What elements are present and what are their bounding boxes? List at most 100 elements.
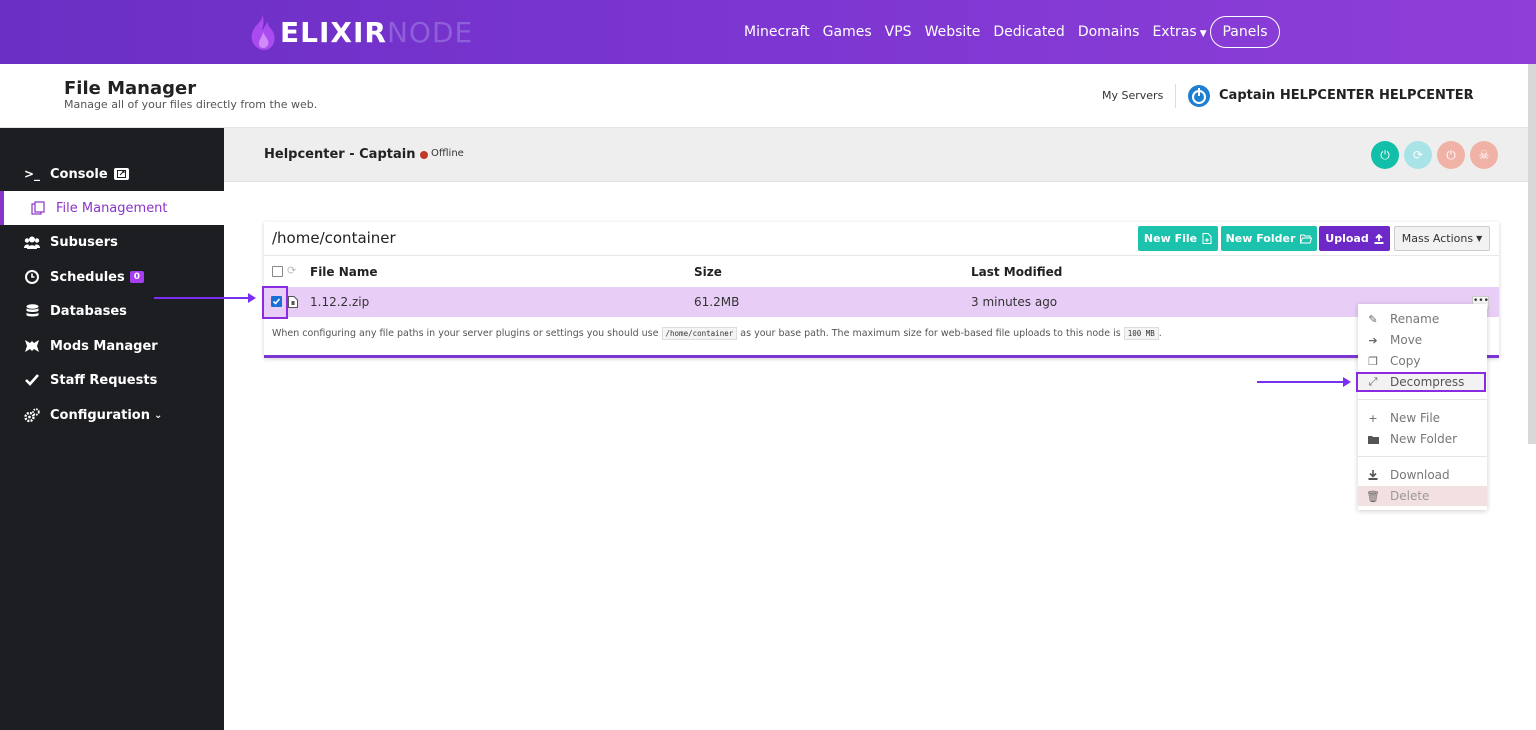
new-file-button-label: New File (1143, 232, 1198, 245)
copy-icon: ❐ (1368, 354, 1378, 368)
sidebar-item-label: File Management (56, 200, 168, 216)
menu-item-new-folder[interactable]: New Folder (1358, 429, 1487, 449)
restart-button[interactable]: ⟳ (1404, 141, 1432, 169)
current-path: /home/container (272, 229, 396, 247)
download-icon (1366, 470, 1380, 480)
menu-item-move[interactable]: ➔ Move (1358, 330, 1487, 350)
check-icon (24, 372, 40, 388)
refresh-icon[interactable]: ⟳ (287, 264, 296, 277)
flame-icon (251, 14, 275, 50)
sidebar-item-file-management[interactable]: File Management (0, 191, 224, 225)
folder-open-icon (1300, 234, 1313, 243)
column-header-modified[interactable]: Last Modified (971, 265, 1062, 279)
sidebar-item-mods-manager[interactable]: Mods Manager (0, 329, 224, 363)
brand-word-elixir: ELIXIR (280, 15, 387, 49)
refresh-icon: ⟳ (1412, 148, 1424, 162)
mass-actions-dropdown[interactable]: Mass Actions ▼ (1394, 226, 1490, 251)
nav-games[interactable]: Games (823, 24, 872, 40)
nav-vps[interactable]: VPS (885, 24, 912, 40)
clock-icon (24, 269, 40, 285)
menu-item-label: Decompress (1390, 375, 1465, 389)
sidebar-item-schedules[interactable]: Schedules 0 (0, 260, 224, 294)
top-navbar: ELIXIR NODE Minecraft Games VPS Website D… (0, 0, 1536, 64)
select-all-checkbox[interactable] (272, 266, 283, 277)
schedules-count-badge: 0 (129, 271, 144, 283)
sidebar-item-label: Subusers (50, 234, 118, 250)
expand-icon: ⤢ (1368, 375, 1378, 388)
sidebar-item-label: Databases (50, 303, 127, 319)
checkmark-icon (272, 298, 281, 305)
nav-extras[interactable]: Extras ▼ (1152, 24, 1206, 40)
nav-website[interactable]: Website (925, 24, 981, 40)
brand-word-node: NODE (386, 15, 474, 49)
sidebar-item-configuration[interactable]: Configuration ⌄ (0, 398, 224, 432)
row-checkbox[interactable] (271, 296, 282, 307)
files-icon (30, 200, 46, 216)
base-path-note: When configuring any file paths in your … (272, 327, 1162, 340)
power-user-icon[interactable] (1187, 84, 1211, 108)
menu-item-label: Delete (1390, 489, 1430, 503)
annotation-arrow-checkbox (154, 293, 256, 303)
start-button[interactable]: ⏻ (1371, 141, 1399, 169)
note-limit-code: 100 MB (1123, 327, 1159, 340)
menu-divider (1358, 399, 1487, 400)
archive-file-icon (288, 296, 298, 308)
sidebar-item-label: Mods Manager (50, 338, 158, 354)
menu-item-label: New Folder (1390, 432, 1458, 446)
upload-button[interactable]: Upload (1319, 226, 1390, 251)
chevron-down-icon[interactable]: ⌄ (1463, 88, 1473, 102)
menu-item-label: Copy (1390, 354, 1421, 368)
nav-minecraft[interactable]: Minecraft (744, 24, 810, 40)
users-icon (24, 234, 40, 250)
sidebar-item-staff-requests[interactable]: Staff Requests (0, 363, 224, 397)
plus-icon: + (1368, 411, 1378, 425)
menu-item-rename[interactable]: ✎ Rename (1358, 309, 1487, 329)
user-menu-name[interactable]: Captain HELPCENTER HELPCENTER (1219, 88, 1474, 103)
status-dot-icon (420, 151, 428, 159)
my-servers-link[interactable]: My Servers (1102, 89, 1163, 102)
menu-item-copy[interactable]: ❐ Copy (1358, 351, 1487, 371)
menu-item-download[interactable]: Download (1358, 465, 1487, 485)
sidebar: >_ Console File Management Subusers Sche… (0, 128, 224, 730)
new-folder-button-label: New Folder (1225, 232, 1296, 245)
annotation-arrow-decompress (1257, 377, 1351, 387)
nav-extras-label: Extras (1152, 24, 1197, 40)
page-scrollbar[interactable] (1528, 64, 1536, 444)
page-subtitle: Manage all of your files directly from t… (64, 98, 318, 111)
file-context-menu: ✎ Rename ➔ Move ❐ Copy ⤢ Decompress + New Fil… (1356, 304, 1487, 510)
nav-dedicated[interactable]: Dedicated (993, 24, 1064, 40)
new-file-button[interactable]: New File (1138, 226, 1218, 251)
page-header: File Manager Manage all of your files di… (0, 64, 1528, 128)
menu-item-decompress[interactable]: ⤢ Decompress (1356, 372, 1486, 392)
new-folder-button[interactable]: New Folder (1221, 226, 1317, 251)
server-name: Helpcenter - Captain (264, 147, 416, 162)
note-text-before: When configuring any file paths in your … (272, 328, 659, 339)
menu-item-label: Rename (1390, 312, 1440, 326)
menu-item-delete[interactable]: 🗑 Delete (1358, 486, 1487, 506)
nav-domains[interactable]: Domains (1078, 24, 1140, 40)
stop-button[interactable]: ⏻ (1437, 141, 1465, 169)
panels-button[interactable]: Panels (1210, 16, 1280, 48)
caret-down-icon: ▼ (1476, 234, 1483, 243)
column-header-size[interactable]: Size (694, 265, 722, 279)
folder-icon (1366, 435, 1380, 444)
menu-divider (1358, 456, 1487, 457)
menu-item-new-file[interactable]: + New File (1358, 408, 1487, 428)
caret-down-icon: ▼ (1199, 29, 1207, 39)
file-name[interactable]: 1.12.2.zip (310, 295, 369, 309)
sidebar-item-label: Console (50, 166, 108, 182)
sidebar-item-label: Staff Requests (50, 372, 158, 388)
file-icon (1202, 233, 1212, 244)
sidebar-item-subusers[interactable]: Subusers (0, 225, 224, 259)
column-header-name[interactable]: File Name (310, 265, 378, 279)
file-modified: 3 minutes ago (971, 295, 1058, 309)
power-icon: ⏻ (1446, 147, 1456, 162)
kill-button[interactable]: ☠ (1470, 141, 1498, 169)
sidebar-item-console[interactable]: >_ Console (0, 157, 224, 191)
file-size: 61.2MB (694, 295, 740, 309)
brand-logo[interactable]: ELIXIR NODE (246, 12, 473, 52)
chevron-down-icon: ⌄ (153, 409, 163, 421)
sidebar-item-databases[interactable]: Databases (0, 294, 224, 328)
table-row[interactable]: 1.12.2.zip 61.2MB 3 minutes ago ••• (262, 286, 1499, 319)
terminal-icon: >_ (23, 167, 41, 181)
